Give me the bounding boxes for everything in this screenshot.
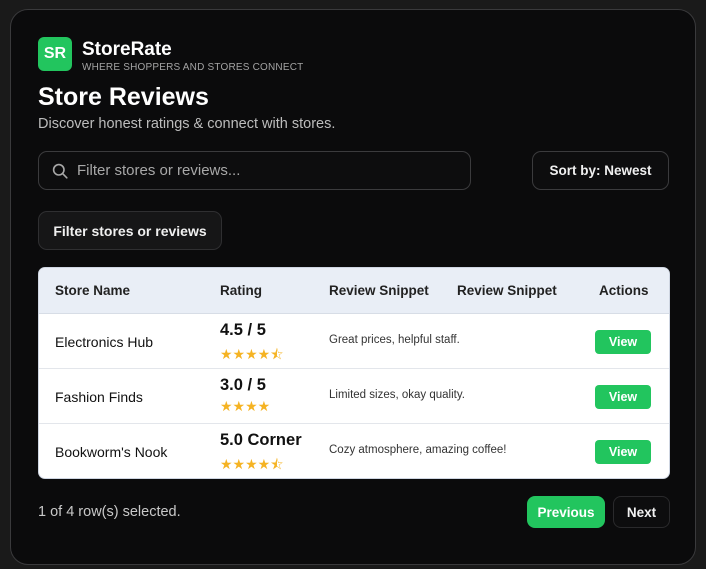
column-header-review-snippet[interactable]: Review Snippet <box>329 283 429 298</box>
star-rating-icon: ★★★★ <box>220 399 271 415</box>
column-header-rating[interactable]: Rating <box>220 283 262 298</box>
store-name: Fashion Finds <box>55 389 143 405</box>
table-header: Store Name Rating Review Snippet Review … <box>39 268 669 314</box>
table-row[interactable]: Electronics Hub 4.5 / 5 ★★★★⯪ Great pric… <box>39 314 669 369</box>
rating-value: 3.0 / 5 <box>220 376 266 394</box>
table-row[interactable]: Bookworm's Nook 5.0 Corner ★★★★⯪ Cozy at… <box>39 424 669 478</box>
view-button[interactable]: View <box>595 330 651 354</box>
sort-button[interactable]: Sort by: Newest <box>532 151 669 190</box>
column-header-store-name[interactable]: Store Name <box>55 283 130 298</box>
filter-chip-button[interactable]: Filter stores or reviews <box>38 211 222 250</box>
app-window: SR StoreRate WHERE SHOPPERS AND STORES C… <box>10 9 696 565</box>
store-name: Electronics Hub <box>55 334 154 350</box>
star-rating-icon: ★★★★⯪ <box>220 347 284 363</box>
column-header-review-snippet-2[interactable]: Review Snippet <box>457 283 557 298</box>
page-subtitle: Discover honest ratings & connect with s… <box>38 116 336 132</box>
search-box[interactable] <box>38 151 471 190</box>
store-name: Bookworm's Nook <box>55 444 168 460</box>
star-rating-icon: ★★★★⯪ <box>220 457 284 473</box>
review-snippet: Limited sizes, okay quality. <box>329 389 465 401</box>
table-row[interactable]: Fashion Finds 3.0 / 5 ★★★★ Limited sizes… <box>39 369 669 424</box>
review-snippet: Cozy atmosphere, amazing coffee! <box>329 444 507 456</box>
view-button[interactable]: View <box>595 385 651 409</box>
review-snippet: Great prices, helpful staff. <box>329 334 460 346</box>
logo: SR <box>38 37 72 71</box>
page-title: Store Reviews <box>38 83 209 111</box>
reviews-table: Store Name Rating Review Snippet Review … <box>38 267 670 479</box>
brand-tagline: WHERE SHOPPERS AND STORES CONNECT <box>82 62 304 73</box>
brand-name: StoreRate <box>82 39 172 60</box>
previous-button[interactable]: Previous <box>527 496 605 528</box>
rating-value: 5.0 Corner <box>220 431 302 449</box>
next-button[interactable]: Next <box>613 496 670 528</box>
rating-value: 4.5 / 5 <box>220 321 266 339</box>
search-input[interactable] <box>77 152 462 189</box>
view-button[interactable]: View <box>595 440 651 464</box>
column-header-actions: Actions <box>599 283 649 298</box>
search-icon <box>52 163 68 179</box>
row-selection-status: 1 of 4 row(s) selected. <box>38 504 181 520</box>
